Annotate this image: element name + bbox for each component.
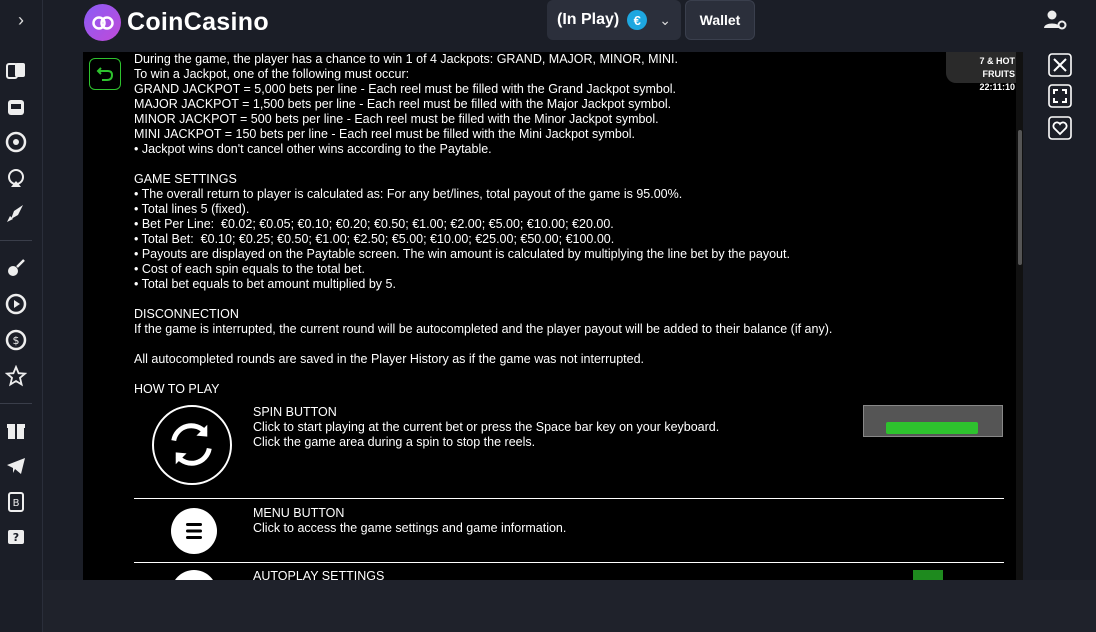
- in-play-label: (In Play): [557, 11, 620, 28]
- spin-button-title: SPIN BUTTON: [253, 405, 337, 419]
- coin-icon[interactable]: $: [3, 327, 29, 353]
- game-rules-text: During the game, the player has a chance…: [134, 52, 1004, 397]
- game-title: 7 & HOT FRUITS: [979, 56, 1015, 79]
- fullscreen-icon[interactable]: [1048, 84, 1072, 108]
- play-icon[interactable]: [3, 291, 29, 317]
- bitcoin-receipt-icon[interactable]: B: [3, 489, 29, 515]
- svg-text:?: ?: [13, 531, 19, 544]
- rules-line: MINOR JACKPOT = 500 bets per line - Each…: [134, 112, 659, 126]
- section-divider: [134, 562, 1004, 563]
- section-heading: DISCONNECTION: [134, 307, 239, 321]
- rules-line: If the game is interrupted, the current …: [134, 322, 833, 336]
- rocket-icon[interactable]: [3, 200, 29, 226]
- cards-icon[interactable]: [3, 58, 29, 84]
- rules-line: During the game, the player has a chance…: [134, 52, 678, 66]
- back-button[interactable]: [89, 58, 121, 90]
- user-settings-icon[interactable]: [1043, 8, 1067, 32]
- slots-icon[interactable]: [3, 94, 29, 120]
- gift-icon[interactable]: [3, 417, 29, 443]
- section-divider: [134, 498, 1004, 499]
- euro-currency-icon: €: [627, 10, 648, 30]
- rules-line: • Payouts are displayed on the Paytable …: [134, 247, 790, 261]
- menu-button-desc: Click to access the game settings and ga…: [253, 521, 567, 535]
- brand-logo[interactable]: CoinCasino: [84, 4, 269, 41]
- sports-icon[interactable]: [3, 255, 29, 281]
- sidebar-expand-icon[interactable]: ›: [0, 0, 42, 40]
- spin-button-desc: Click to start playing at the current be…: [253, 420, 720, 434]
- telegram-icon[interactable]: [3, 453, 29, 479]
- star-icon[interactable]: [3, 363, 29, 389]
- coincasino-logo-icon: [84, 4, 121, 41]
- roulette-icon[interactable]: [3, 129, 29, 155]
- game-title-badge: 7 & HOT FRUITS 22:11:10: [946, 52, 1021, 92]
- rules-line: • Bet Per Line: €0.02; €0.05; €0.10; €0.…: [134, 217, 614, 231]
- autoplay-settings-title: AUTOPLAY SETTINGS: [253, 569, 385, 580]
- info-scrollbar-thumb[interactable]: [1018, 130, 1022, 265]
- svg-text:$: $: [13, 334, 20, 347]
- rules-line: To win a Jackpot, one of the following m…: [134, 67, 410, 81]
- rules-line: • The overall return to player is calcul…: [134, 187, 683, 201]
- in-play-balance-dropdown[interactable]: (In Play) € ⌄: [547, 0, 681, 40]
- spin-button-icon: [152, 405, 232, 485]
- autoplay-button-icon: [171, 570, 217, 580]
- spin-button-desc: Click the game area during a spin to sto…: [253, 435, 536, 449]
- rules-line: MINI JACKPOT = 150 bets per line - Each …: [134, 127, 636, 141]
- sidebar-divider: [0, 403, 32, 404]
- game-info-panel: During the game, the player has a chance…: [83, 52, 1023, 580]
- favorite-heart-icon[interactable]: [1048, 116, 1072, 140]
- rules-line: • Cost of each spin equals to the total …: [134, 262, 365, 276]
- wheel-icon[interactable]: [3, 165, 29, 191]
- rules-line: GRAND JACKPOT = 5,000 bets per line - Ea…: [134, 82, 677, 96]
- brand-name: CoinCasino: [127, 8, 269, 36]
- chevron-down-icon: ⌄: [659, 11, 671, 28]
- help-icon[interactable]: ?: [3, 525, 29, 551]
- svg-text:B: B: [13, 498, 20, 509]
- rules-line: MAJOR JACKPOT = 1,500 bets per line - Ea…: [134, 97, 672, 111]
- bottom-bar: [43, 580, 1096, 632]
- left-sidebar: › $ B ?: [0, 0, 43, 632]
- close-icon[interactable]: [1048, 53, 1072, 77]
- section-heading: GAME SETTINGS: [134, 172, 237, 186]
- wallet-button[interactable]: Wallet: [685, 0, 755, 40]
- autoplay-preview-image: [913, 570, 943, 580]
- menu-button-title: MENU BUTTON: [253, 506, 345, 520]
- sidebar-divider: [0, 240, 32, 241]
- rules-line: • Total bet equals to bet amount multipl…: [134, 277, 396, 291]
- rules-line: • Total Bet: €0.10; €0.25; €0.50; €1.00;…: [134, 232, 615, 246]
- game-controls-preview-image: [863, 405, 1003, 437]
- section-heading: HOW TO PLAY: [134, 382, 220, 396]
- game-clock: 22:11:10: [979, 82, 1015, 92]
- rules-line: All autocompleted rounds are saved in th…: [134, 352, 644, 366]
- rules-line: • Total lines 5 (fixed).: [134, 202, 250, 216]
- menu-button-icon: [171, 508, 217, 554]
- rules-line: • Jackpot wins don't cancel other wins a…: [134, 142, 492, 156]
